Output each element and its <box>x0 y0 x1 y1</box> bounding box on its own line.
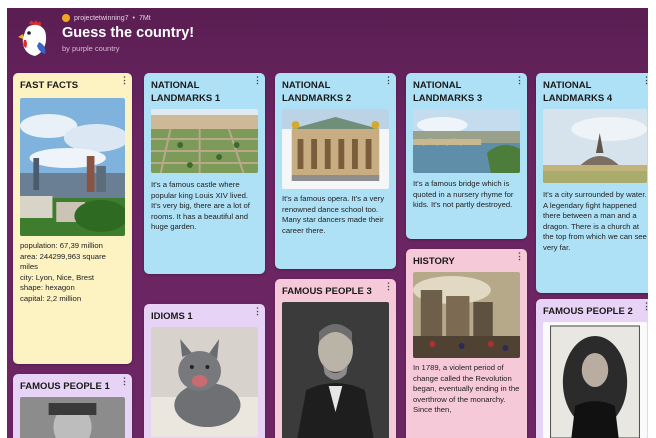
card-famous-people-2[interactable]: ⋮ FAMOUS PEOPLE 2 <box>536 299 648 438</box>
famous-person-2-portrait <box>543 322 647 438</box>
author-avatar[interactable] <box>62 14 70 22</box>
rooster-logo-icon <box>17 18 51 58</box>
board-header: projectetwinning7 • 7Mt Guess the countr… <box>7 8 648 66</box>
card-landmarks-2[interactable]: ⋮ NATIONAL LANDMARKS 2 It's a famous ope… <box>275 73 396 269</box>
card-menu-icon[interactable]: ⋮ <box>384 76 393 85</box>
card-title: NATIONAL LANDMARKS 3 <box>413 80 483 104</box>
card-menu-icon[interactable]: ⋮ <box>120 76 129 85</box>
famous-person-1-photo <box>20 397 125 438</box>
card-menu-icon[interactable]: ⋮ <box>384 282 393 291</box>
card-title: NATIONAL LANDMARKS 4 <box>543 80 613 104</box>
meta-separator: • <box>132 14 135 22</box>
card-text: In 1789, a violent period of change call… <box>413 363 520 415</box>
card-text: It's a famous castle where popular king … <box>151 180 250 232</box>
card-title: FAMOUS PEOPLE 1 <box>20 381 110 392</box>
opera-garnier-image <box>282 109 389 189</box>
card-history[interactable]: ⋮ HISTORY In 1789, a violent period of c… <box>406 249 527 438</box>
card-landmarks-4[interactable]: ⋮ NATIONAL LANDMARKS 4 It's a city surro… <box>536 73 648 293</box>
fact-capital: capital: 2,2 million <box>20 293 82 303</box>
card-menu-icon[interactable]: ⋮ <box>515 76 524 85</box>
card-title: FAMOUS PEOPLE 3 <box>282 286 372 297</box>
card-landmarks-1[interactable]: ⋮ NATIONAL LANDMARKS 1 It's a famous cas… <box>144 73 265 274</box>
board-subtitle: by purple country <box>62 44 120 53</box>
card-title: NATIONAL LANDMARKS 1 <box>151 80 221 104</box>
fact-population: population: 67,39 million <box>20 241 103 250</box>
post-time: 7Mt <box>138 14 151 22</box>
bastille-painting-image <box>413 272 520 358</box>
fast-facts-list: population: 67,39 million area: 244299,9… <box>20 241 125 305</box>
fact-area: area: 244299,963 square miles <box>20 251 106 272</box>
card-fast-facts[interactable]: ⋮ FAST FACTS population: 67,39 million a… <box>13 73 132 364</box>
mont-saint-michel-image <box>543 109 647 183</box>
card-menu-icon[interactable]: ⋮ <box>642 76 648 85</box>
board-meta: projectetwinning7 • 7Mt <box>62 14 151 22</box>
card-famous-people-3[interactable]: ⋮ FAMOUS PEOPLE 3 <box>275 279 396 438</box>
card-title: HISTORY <box>413 256 455 267</box>
card-menu-icon[interactable]: ⋮ <box>515 252 524 261</box>
avignon-bridge-image <box>413 109 520 173</box>
card-menu-icon[interactable]: ⋮ <box>253 76 262 85</box>
fact-cities: city: Lyon, Nice, Brest <box>20 272 95 282</box>
card-menu-icon[interactable]: ⋮ <box>642 302 648 311</box>
card-title: FAMOUS PEOPLE 2 <box>543 306 633 317</box>
card-idioms-1[interactable]: ⋮ IDIOMS 1 <box>144 304 265 438</box>
versailles-palace-image <box>151 109 258 173</box>
card-title: FAST FACTS <box>20 80 79 91</box>
author-name[interactable]: projectetwinning7 <box>74 15 128 22</box>
card-title: NATIONAL LANDMARKS 2 <box>282 80 352 104</box>
card-menu-icon[interactable]: ⋮ <box>120 377 129 386</box>
card-landmarks-3[interactable]: ⋮ NATIONAL LANDMARKS 3 It's a famous bri… <box>406 73 527 239</box>
gray-cat-image <box>151 327 258 437</box>
padlet-board: projectetwinning7 • 7Mt Guess the countr… <box>7 8 648 438</box>
card-famous-people-1[interactable]: ⋮ FAMOUS PEOPLE 1 <box>13 374 132 438</box>
fact-shape: shape: hexagon <box>20 283 75 293</box>
card-menu-icon[interactable]: ⋮ <box>253 307 262 316</box>
board-title: Guess the country! <box>62 25 195 41</box>
lyon-cityscape-image <box>20 98 125 236</box>
card-title: IDIOMS 1 <box>151 311 193 322</box>
card-text: It's a city surrounded by water. A legen… <box>543 190 647 252</box>
famous-person-3-portrait <box>282 302 389 438</box>
card-text: It's a famous bridge which is quoted in … <box>413 179 514 210</box>
card-text: It's a famous opera. It's a very renowne… <box>282 194 385 235</box>
